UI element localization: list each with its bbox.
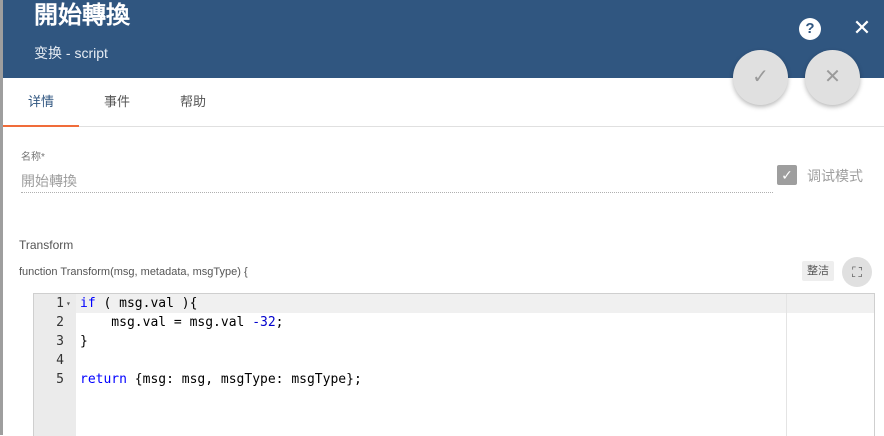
name-field-label: 名称* <box>21 148 45 163</box>
code-token: {msg: msg, msgType: msgType}; <box>126 372 362 387</box>
tab-label: 帮助 <box>179 94 206 109</box>
active-tab-indicator <box>3 125 79 127</box>
code-token: } <box>80 334 88 349</box>
fullscreen-icon: ⛶ <box>852 264 862 280</box>
required-mark: * <box>41 152 45 163</box>
name-input-underline <box>21 192 773 193</box>
tab-events[interactable]: 事件 <box>79 78 155 126</box>
tab-label: 详情 <box>27 94 54 109</box>
code-text: if ( msg.val ){ <box>80 294 197 313</box>
transform-section-label: Transform <box>19 238 74 252</box>
code-line[interactable]: 5 return {msg: msg, msgType: msgType}; <box>34 370 874 389</box>
code-keyword: return <box>80 372 127 387</box>
line-number: 5 <box>56 372 64 387</box>
code-line[interactable]: 3} <box>34 332 874 351</box>
code-editor[interactable]: 1 ▾ if ( msg.val ){2 msg.val = msg.val -32… <box>33 293 875 436</box>
dialog-title: 開始轉換 <box>34 2 130 29</box>
line-number: 2 <box>56 315 64 330</box>
tidy-button[interactable]: 整洁 <box>802 261 834 281</box>
code-keyword: if <box>80 296 96 311</box>
code-line[interactable]: 1 ▾ if ( msg.val ){ <box>34 294 874 313</box>
line-number: 4 <box>56 353 64 368</box>
close-icon[interactable]: ✕ <box>850 14 874 42</box>
code-line[interactable]: 2 msg.val = msg.val -32; <box>34 313 874 332</box>
debug-mode-label[interactable]: 调试模式 <box>807 166 863 186</box>
code-text: } <box>80 332 88 351</box>
help-icon[interactable]: ? <box>799 18 821 40</box>
code-token: msg.val = msg.val <box>80 315 253 330</box>
name-label-text: 名称 <box>21 152 41 163</box>
name-input[interactable]: 開始轉換 <box>21 171 77 191</box>
fullscreen-button[interactable]: ⛶ <box>842 257 872 287</box>
tab-details[interactable]: 详情 <box>3 78 79 127</box>
line-number: 3 <box>56 334 64 349</box>
tab-label: 事件 <box>103 94 130 109</box>
function-signature: function Transform(msg, metadata, msgTyp… <box>19 266 248 278</box>
dialog-subtitle: 变换 - script <box>34 45 108 61</box>
fold-toggle-icon[interactable]: ▾ <box>66 294 74 313</box>
tab-help[interactable]: 帮助 <box>155 78 231 126</box>
debug-mode-checkbox[interactable]: ✓ <box>777 165 797 185</box>
code-token: ( msg.val ){ <box>95 296 198 311</box>
code-text: msg.val = msg.val -32; <box>80 313 284 332</box>
line-number: 1 <box>56 296 64 311</box>
code-text: return {msg: msg, msgType: msgType}; <box>80 370 362 389</box>
code-token: ; <box>275 315 284 330</box>
tab-bar: 详情 事件 帮助 <box>3 78 884 127</box>
code-line[interactable]: 4 <box>34 351 874 370</box>
code-number: -32 <box>252 315 276 330</box>
